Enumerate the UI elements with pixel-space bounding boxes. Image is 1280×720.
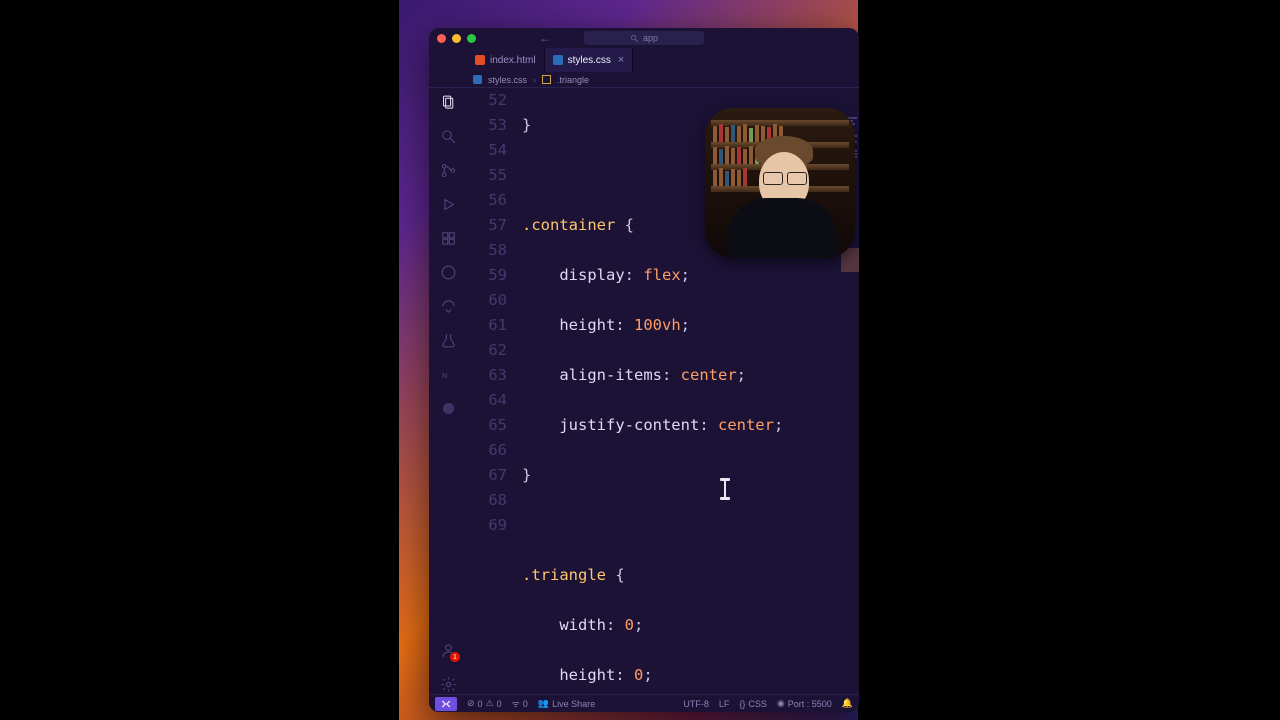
status-notifications-icon[interactable]: 🔔 [842, 698, 853, 709]
window-controls [437, 34, 476, 43]
tab-bar-offset [429, 48, 467, 72]
close-window-button[interactable] [437, 34, 446, 43]
status-live-share[interactable]: 👥Live Share [538, 698, 595, 709]
command-center-search[interactable]: app [584, 31, 704, 45]
css-file-icon [473, 75, 482, 84]
status-language[interactable]: {} CSS [739, 699, 767, 709]
accounts-icon[interactable]: 1 [438, 640, 458, 660]
minimize-window-button[interactable] [452, 34, 461, 43]
warning-icon: ⚠ [486, 698, 494, 709]
remote-icon [440, 699, 452, 709]
remote-explorer-icon[interactable] [438, 296, 458, 316]
docker-icon[interactable] [438, 398, 458, 418]
fullscreen-window-button[interactable] [467, 34, 476, 43]
antenna-icon: ᯤ [512, 697, 520, 710]
css-selector-icon [542, 75, 551, 84]
html-file-icon [475, 55, 485, 65]
nx-icon[interactable]: N [438, 364, 458, 384]
breadcrumb-symbol[interactable]: .triangle [557, 75, 589, 85]
nav-back-button[interactable]: ← [539, 31, 551, 45]
line-number-gutter: 525354 555657 585960 616263 646566 67686… [467, 88, 517, 538]
titlebar: ← app [429, 28, 859, 48]
settings-gear-icon[interactable] [438, 674, 458, 694]
source-control-icon[interactable] [438, 160, 458, 180]
remote-indicator[interactable] [435, 697, 457, 711]
tab-styles-css[interactable]: styles.css × [545, 48, 634, 72]
activity-bar: N 1 [429, 88, 467, 694]
extensions-icon[interactable] [438, 228, 458, 248]
status-encoding[interactable]: UTF-8 [683, 699, 709, 709]
braces-icon: {} [739, 699, 745, 709]
run-debug-icon[interactable] [438, 194, 458, 214]
close-tab-button[interactable]: × [618, 54, 624, 66]
tab-index-html[interactable]: index.html [467, 48, 545, 72]
live-share-icon: 👥 [538, 698, 549, 709]
text-cursor-icon [717, 478, 733, 500]
search-icon [630, 34, 639, 43]
breadcrumb-file[interactable]: styles.css [488, 75, 527, 85]
search-icon[interactable] [438, 126, 458, 146]
status-bar: ⊘0 ⚠0 ᯤ0 👥Live Share UTF-8 LF {} CSS ◉ P… [429, 694, 859, 712]
chevron-right-icon: › [533, 75, 536, 85]
broadcast-icon: ◉ [777, 698, 785, 709]
webcam-overlay [705, 108, 855, 258]
status-eol[interactable]: LF [719, 699, 730, 709]
status-ports[interactable]: ᯤ0 [512, 697, 528, 710]
search-placeholder: app [643, 33, 658, 43]
tab-bar: index.html styles.css × [429, 48, 859, 72]
css-file-icon [553, 55, 563, 65]
status-port[interactable]: ◉ Port : 5500 [777, 698, 832, 709]
explorer-icon[interactable] [438, 92, 458, 112]
editor-body: N 1 525354 555657 585960 616263 646566 6… [429, 88, 859, 694]
vscode-window: ← app index.html styles.css × styles.css… [429, 28, 859, 712]
status-problems[interactable]: ⊘0 ⚠0 [467, 698, 502, 709]
error-icon: ⊘ [467, 698, 475, 709]
github-icon[interactable] [438, 262, 458, 282]
tab-label: index.html [490, 55, 536, 66]
account-badge: 1 [450, 652, 460, 662]
testing-icon[interactable] [438, 330, 458, 350]
tab-label: styles.css [568, 55, 611, 66]
breadcrumb-bar[interactable]: styles.css › .triangle [429, 72, 859, 88]
svg-text:N: N [442, 372, 447, 380]
